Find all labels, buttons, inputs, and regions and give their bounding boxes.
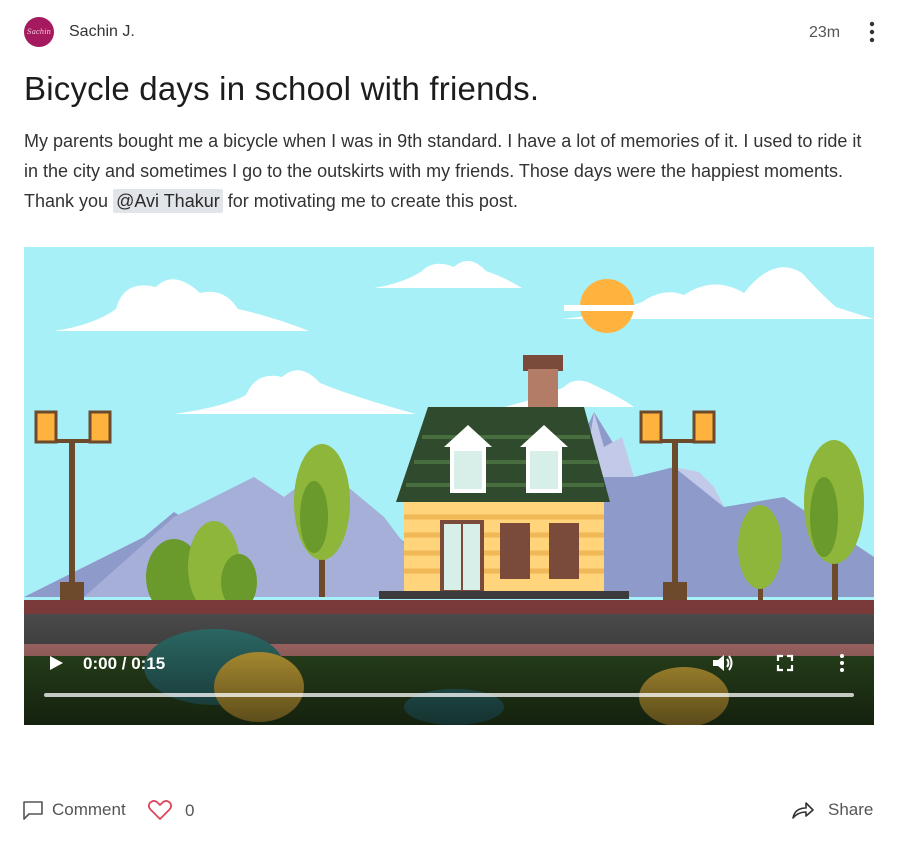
post-title: Bicycle days in school with friends.: [24, 70, 540, 107]
mention-link[interactable]: @Avi Thakur: [113, 189, 223, 213]
avatar[interactable]: Sachin: [24, 17, 54, 47]
post-footer: Comment 0 Share: [0, 790, 906, 830]
author-name[interactable]: Sachin J.: [69, 23, 135, 41]
like-button[interactable]: [147, 799, 173, 821]
comment-icon: [23, 801, 43, 820]
share-label: Share: [828, 800, 874, 819]
heart-icon: [147, 800, 173, 820]
share-button[interactable]: Share: [791, 799, 873, 821]
post-body: My parents bought me a bicycle when I wa…: [24, 126, 874, 216]
like-count: 0: [185, 801, 195, 820]
play-button[interactable]: [46, 653, 66, 673]
fullscreen-button[interactable]: [776, 654, 794, 672]
mute-button[interactable]: [711, 652, 735, 674]
more-vertical-icon: [840, 654, 844, 672]
post-options-button[interactable]: [862, 20, 882, 44]
video-player[interactable]: 0:00 / 0:15: [24, 247, 874, 725]
video-time-display: 0:00 / 0:15: [83, 654, 166, 673]
post-header: Sachin Sachin J. 23m: [0, 0, 906, 64]
share-icon: [792, 802, 814, 819]
post-timestamp: 23m: [809, 24, 841, 41]
comment-button[interactable]: Comment: [22, 799, 126, 821]
comment-label: Comment: [52, 800, 126, 819]
video-progress-bar[interactable]: [44, 693, 854, 697]
fullscreen-icon: [776, 654, 794, 672]
more-vertical-icon: [869, 21, 875, 43]
post-body-text-end: for motivating me to create this post.: [222, 191, 518, 211]
video-options-button[interactable]: [836, 652, 848, 674]
volume-icon: [713, 655, 733, 671]
play-icon: [50, 656, 63, 670]
